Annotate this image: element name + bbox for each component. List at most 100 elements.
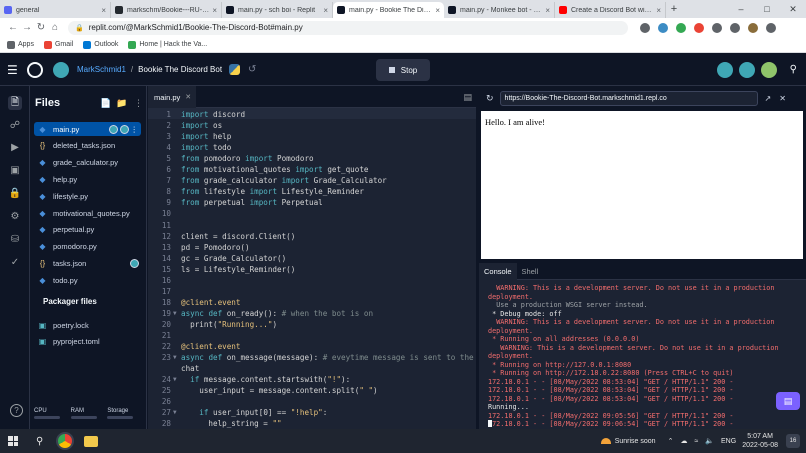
fold-chevron-icon[interactable]: ▼ [173, 354, 177, 361]
file-item[interactable]: ◆ todo.py [34, 273, 141, 287]
resources-bar[interactable]: CPU RAM Storage [34, 408, 144, 419]
bookmark-item[interactable]: Outlook [83, 40, 118, 49]
repl-title[interactable]: Bookie The Discord Bot [138, 65, 222, 74]
file-item[interactable]: ◆ grade_calculator.py [34, 156, 141, 170]
browser-tab[interactable]: main.py - Monkee bot - Re... × [444, 2, 555, 18]
notification-badge[interactable]: 16 [786, 434, 800, 448]
close-tab-icon[interactable]: × [212, 6, 217, 15]
more-options-icon[interactable]: ⋮ [134, 98, 143, 109]
minimize-icon[interactable]: – [728, 4, 754, 14]
file-item[interactable]: ◆ motivational_quotes.py [34, 206, 141, 220]
browser-tab[interactable]: general × [0, 2, 111, 18]
close-window-icon[interactable]: ✕ [780, 4, 806, 15]
taskbar-search-icon[interactable]: ⚲ [36, 436, 43, 447]
bookmark-item[interactable]: Gmail [43, 40, 73, 49]
forward-icon[interactable]: → [20, 22, 34, 33]
collaborator-avatar[interactable] [716, 61, 734, 79]
editor-menu-icon[interactable]: ▤ [463, 92, 472, 103]
close-tab-icon[interactable]: × [323, 6, 328, 15]
bookmark-item[interactable]: Home | Hack the Va... [128, 40, 207, 49]
file-menu-icon[interactable]: ⋮ [131, 125, 139, 134]
chrome-icon[interactable] [56, 432, 75, 450]
unit-tests-icon[interactable]: ✓ [8, 256, 22, 270]
file-name: main.py [53, 124, 80, 134]
browser-tab[interactable]: markschm/Bookie---RU-Ha... × [111, 2, 222, 18]
back-icon[interactable]: ← [6, 22, 20, 33]
tab-console[interactable]: Console [479, 263, 517, 280]
collaborator-avatar[interactable] [760, 61, 778, 79]
file-item[interactable]: {} deleted_tasks.json [34, 139, 141, 153]
fold-chevron-icon[interactable]: ▼ [173, 409, 177, 416]
owner-username[interactable]: MarkSchmid1 [77, 65, 126, 74]
file-item[interactable]: ◆ perpetual.py [34, 223, 141, 237]
maximize-icon[interactable]: □ [754, 4, 780, 14]
file-explorer-icon[interactable] [84, 435, 99, 447]
version-control-icon[interactable]: ☍ [8, 119, 22, 133]
files-icon[interactable]: 🗎 [8, 96, 22, 110]
clock[interactable]: 5:07 AM 2022-05-08 [742, 432, 778, 450]
close-tab-icon[interactable]: × [656, 6, 661, 15]
new-tab-button[interactable]: + [666, 2, 682, 18]
open-new-tab-icon[interactable]: ↗ [765, 94, 772, 103]
stop-button[interactable]: Stop [376, 59, 430, 81]
help-icon[interactable]: ? [10, 404, 23, 417]
file-item[interactable]: ◆ help.py [34, 172, 141, 186]
database-icon[interactable]: ⛁ [8, 233, 22, 247]
debugger-icon[interactable]: ▶ [8, 141, 22, 155]
extension-icon[interactable] [658, 22, 668, 33]
secrets-icon[interactable]: 🔒 [8, 187, 22, 201]
file-item[interactable]: {} tasks.json [34, 256, 141, 270]
extension-icon[interactable] [640, 22, 650, 33]
collaborator-avatar[interactable] [738, 61, 756, 79]
browser-tab[interactable]: main.py - sch boi - Replit × [222, 2, 333, 18]
close-webview-icon[interactable]: ✕ [779, 94, 786, 103]
puzzle-icon[interactable] [712, 22, 722, 33]
file-item[interactable]: ◆ main.py ⋮ [34, 122, 141, 136]
code-line: async def on_ready(): # when the bot is … [181, 308, 374, 318]
packages-icon[interactable]: ▣ [8, 164, 22, 178]
windows-start-icon[interactable] [8, 436, 18, 446]
extension-icon[interactable] [676, 22, 686, 33]
repl-avatar[interactable] [53, 61, 69, 78]
extension-icon[interactable] [694, 22, 704, 33]
close-tab-icon[interactable]: × [435, 6, 440, 15]
tab-shell[interactable]: Shell [517, 263, 544, 280]
sidepanel-icon[interactable] [730, 22, 740, 33]
code-area[interactable]: 1 import discord 2 import os 3 import help 4 im… [148, 108, 476, 429]
file-item[interactable]: ▣ poetry.lock [34, 318, 141, 332]
reload-icon[interactable]: ↻ [34, 22, 48, 33]
home-icon[interactable]: ⌂ [48, 22, 62, 33]
code-line: from motivational_quotes import get_quot… [181, 165, 369, 175]
settings-icon[interactable]: ⚙ [8, 210, 22, 224]
browser-tab[interactable]: Create a Discord Bot with Py...× [555, 2, 666, 18]
bookmark-item[interactable]: Apps [7, 40, 34, 49]
kebab-menu-icon[interactable] [766, 22, 776, 33]
webview-url-input[interactable]: https://Bookie-The-Discord-Bot.markschmi… [499, 91, 758, 106]
chevron-up-icon[interactable]: ⌃ [668, 437, 674, 445]
wifi-icon[interactable]: ≈ [694, 438, 698, 445]
weather-widget[interactable]: Sunrise soon [600, 438, 656, 445]
fold-chevron-icon[interactable]: ▼ [173, 310, 177, 317]
editor-tab-main[interactable]: main.py ✕ [148, 86, 196, 108]
cloud-icon[interactable]: ☁ [680, 437, 687, 445]
fold-chevron-icon[interactable]: ▼ [173, 376, 177, 383]
search-icon[interactable]: ⚲ [790, 64, 797, 75]
replit-logo-icon[interactable] [27, 61, 43, 78]
file-item[interactable]: ▣ pyproject.toml [34, 335, 141, 349]
file-item[interactable]: ◆ pomodoro.py [34, 240, 141, 254]
profile-avatar[interactable] [748, 22, 758, 33]
new-file-icon[interactable]: 📄 [100, 98, 111, 109]
language-indicator[interactable]: ENG [721, 438, 736, 445]
close-tab-icon[interactable]: ✕ [185, 93, 191, 101]
refresh-icon[interactable]: ↻ [486, 93, 494, 104]
chat-icon[interactable]: ▤ [776, 392, 800, 410]
volume-icon[interactable]: 🔈 [705, 437, 714, 445]
close-tab-icon[interactable]: × [101, 6, 106, 15]
hamburger-menu-icon[interactable]: ☰ [7, 63, 21, 77]
url-input[interactable]: 🔒 replit.com/@MarkSchmid1/Bookie-The-Dis… [68, 20, 628, 35]
close-tab-icon[interactable]: × [545, 6, 550, 15]
browser-tab[interactable]: main.py - Bookie The Disco... × [333, 2, 444, 18]
new-folder-icon[interactable]: 📁 [116, 98, 127, 109]
file-item[interactable]: ◆ lifestyle.py [34, 189, 141, 203]
history-icon[interactable]: ↺ [248, 64, 256, 75]
